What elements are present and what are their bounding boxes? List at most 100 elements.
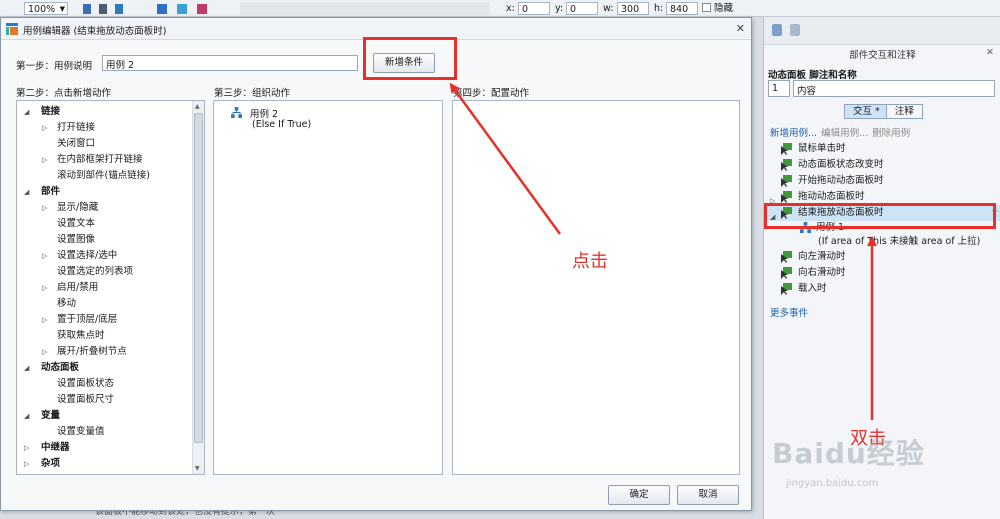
action-tree-node[interactable]: ◢ 动态面板 — [21, 360, 189, 376]
case-description-value: 用例 2 — [106, 60, 135, 71]
expand-toggle[interactable]: ▷ — [42, 120, 47, 136]
h-field[interactable]: 840 — [666, 2, 698, 15]
expand-toggle[interactable]: ◢ — [24, 408, 29, 424]
event-item[interactable]: 向右滑动时 — [764, 265, 1000, 281]
action-tree-node[interactable]: 设置面板尺寸 — [21, 392, 189, 408]
expand-toggle[interactable]: ▷ — [42, 344, 47, 360]
x-field[interactable]: 0 — [518, 2, 550, 15]
connector-tool-icon[interactable] — [98, 2, 112, 15]
new-case-link[interactable]: 新增用例... — [770, 128, 817, 139]
zoom-select[interactable]: 100% ▼ — [24, 2, 68, 15]
action-tree-node[interactable]: 设置变量值 — [21, 424, 189, 440]
action-tree-label: 打开链接 — [57, 122, 96, 133]
action-tree-node[interactable]: ▷ 中继器 — [21, 440, 189, 456]
publish-icon[interactable] — [176, 2, 190, 15]
action-tree-node[interactable]: 设置文本 — [21, 216, 189, 232]
organized-case-name[interactable]: 用例 2 — [250, 106, 278, 120]
y-label: y: — [555, 3, 564, 14]
action-tree-node[interactable]: ◢ 变量 — [21, 408, 189, 424]
action-tree-label: 变量 — [41, 410, 61, 421]
close-icon[interactable]: ✕ — [986, 47, 994, 58]
action-tree-node[interactable]: ▷ 打开链接 — [21, 120, 189, 136]
expand-toggle[interactable]: ▷ — [42, 312, 47, 328]
tab-notes[interactable]: 注释 — [885, 104, 923, 119]
pointer-tool-icon[interactable] — [82, 2, 96, 15]
action-tree-node[interactable]: ◢ 部件 — [21, 184, 189, 200]
action-tree-node[interactable]: 关闭窗口 — [21, 136, 189, 152]
action-tree-node[interactable]: ▷ 杂项 — [21, 456, 189, 472]
expand-toggle[interactable]: ◢ — [24, 184, 29, 200]
footnote-number-field[interactable]: 1 — [768, 80, 790, 97]
widget-name: 内容 — [797, 86, 817, 97]
case-editor-dialog: 用例编辑器 (结束拖放动态面板时) ✕ 第一步：用例说明 用例 2 新增条件 第… — [0, 17, 752, 511]
event-item[interactable]: 动态面板状态改变时 — [764, 157, 1000, 173]
event-label: 开始拖动动态面板时 — [798, 175, 884, 186]
y-value: 0 — [570, 4, 577, 15]
checkbox-icon — [702, 3, 711, 12]
preview-icon[interactable] — [156, 2, 170, 15]
edit-case-link[interactable]: 编辑用例... — [821, 128, 868, 139]
case-description-input[interactable]: 用例 2 — [102, 55, 358, 71]
top-toolbar: 100% ▼ x: 0 y: 0 w: 300 h: 840 隐藏 — [0, 0, 1000, 17]
dialog-title: 用例编辑器 (结束拖放动态面板时) — [23, 26, 167, 37]
action-tree-node[interactable]: ▷ 显示/隐藏 — [21, 200, 189, 216]
action-tree-node[interactable]: ◢ 链接 — [21, 104, 189, 120]
scroll-up-icon[interactable]: ▲ — [195, 103, 200, 110]
event-item[interactable]: 载入时 — [764, 281, 1000, 297]
cancel-button[interactable]: 取消 — [677, 485, 739, 505]
event-item[interactable]: 鼠标单击时 — [764, 141, 1000, 157]
action-tree-node[interactable]: ▷ 展开/折叠树节点 — [21, 344, 189, 360]
more-events-link[interactable]: 更多事件 — [770, 305, 808, 319]
action-tree-node[interactable]: 滚动到部件(锚点链接) — [21, 168, 189, 184]
expand-toggle[interactable]: ▷ — [24, 456, 29, 472]
scrollbar-thumb[interactable] — [194, 113, 203, 443]
event-label: 向左滑动时 — [798, 251, 846, 262]
event-item[interactable]: 开始拖动动态面板时 — [764, 173, 1000, 189]
scrollbar[interactable]: ▲ ▼ — [192, 101, 204, 474]
unlock-icon[interactable] — [790, 24, 800, 36]
event-label: 拖动动态面板时 — [798, 191, 865, 202]
action-tree-label: 设置选定的列表项 — [57, 266, 134, 277]
scroll-down-icon[interactable]: ▼ — [195, 465, 200, 472]
action-tree-node[interactable]: 获取焦点时 — [21, 328, 189, 344]
expand-toggle[interactable]: ▷ — [42, 248, 47, 264]
app-icon — [6, 23, 18, 35]
expand-toggle[interactable]: ▷ — [42, 200, 47, 216]
tab-interactions[interactable]: 交互 * — [844, 104, 889, 119]
y-field[interactable]: 0 — [566, 2, 598, 15]
action-tree-node[interactable]: 设置选定的列表项 — [21, 264, 189, 280]
event-label: 动态面板状态改变时 — [798, 159, 884, 170]
h-label: h: — [654, 3, 664, 14]
action-tree-label: 滚动到部件(锚点链接) — [57, 170, 150, 181]
action-tree-node[interactable]: ▷ 置于顶层/底层 — [21, 312, 189, 328]
delete-case-link[interactable]: 删除用例 — [872, 128, 910, 139]
w-field[interactable]: 300 — [617, 2, 649, 15]
share-icon[interactable] — [196, 2, 210, 15]
action-tree-node[interactable]: ▷ 在内部框架打开链接 — [21, 152, 189, 168]
expand-toggle[interactable]: ▷ — [24, 440, 29, 456]
hierarchy-tool-icon[interactable] — [114, 2, 128, 15]
action-tree-node[interactable]: 移动 — [21, 296, 189, 312]
widget-name-field[interactable]: 内容 — [793, 80, 995, 97]
action-tree-node[interactable]: ▷ 设置选择/选中 — [21, 248, 189, 264]
action-tree-label: 中继器 — [41, 442, 70, 453]
close-icon[interactable]: ✕ — [736, 22, 745, 35]
lock-icon[interactable] — [772, 24, 782, 36]
ok-button[interactable]: 确定 — [608, 485, 670, 505]
action-tree-label: 在内部框架打开链接 — [57, 154, 143, 165]
event-cursor-icon — [781, 267, 792, 279]
expand-toggle[interactable]: ◢ — [24, 104, 29, 120]
expand-toggle[interactable]: ▷ — [42, 280, 47, 296]
action-tree-node[interactable]: 设置图像 — [21, 232, 189, 248]
action-tree-node[interactable]: ▷ 启用/禁用 — [21, 280, 189, 296]
hide-checkbox[interactable]: 隐藏 — [702, 2, 733, 15]
expand-toggle[interactable]: ◢ — [24, 360, 29, 376]
event-cursor-icon — [781, 191, 792, 203]
expand-toggle[interactable]: ▷ — [42, 152, 47, 168]
event-item[interactable]: 向左滑动时 — [764, 249, 1000, 265]
step1-label: 第一步：用例说明 — [16, 61, 93, 72]
case-links: 新增用例... 编辑用例... 删除用例 — [770, 125, 914, 139]
organized-case-condition: (Else If True) — [252, 119, 312, 130]
action-tree-label: 关闭窗口 — [57, 138, 96, 149]
action-tree-node[interactable]: 设置面板状态 — [21, 376, 189, 392]
